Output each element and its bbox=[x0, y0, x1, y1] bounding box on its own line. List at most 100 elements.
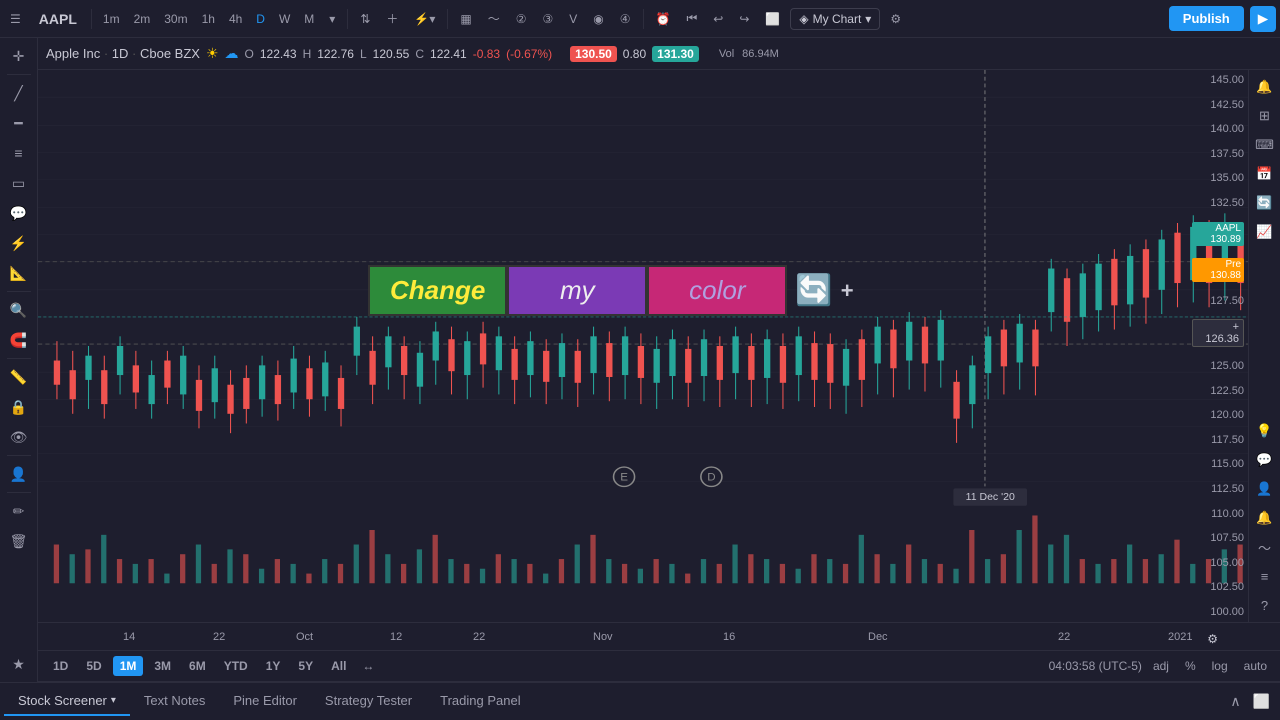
add-indicator[interactable]: ＋ bbox=[380, 6, 404, 31]
menu-button[interactable]: ☰ bbox=[4, 8, 27, 30]
play-button[interactable]: ▶ bbox=[1250, 6, 1276, 32]
strategy-btn[interactable]: 〜 bbox=[482, 6, 506, 31]
tf-m[interactable]: M bbox=[299, 9, 319, 29]
sidebar-divider-3 bbox=[7, 358, 31, 359]
auto-btn[interactable]: auto bbox=[1239, 657, 1272, 675]
right-question-btn[interactable]: ? bbox=[1251, 592, 1279, 618]
compare-button[interactable]: ⇅ bbox=[354, 8, 376, 30]
tabs-maximize-btn[interactable]: ⬜ bbox=[1247, 689, 1276, 714]
bar-chart-type[interactable]: ▦ bbox=[454, 8, 477, 30]
right-person-btn[interactable]: 👤 bbox=[1251, 476, 1279, 502]
range-5d[interactable]: 5D bbox=[79, 656, 108, 676]
tf-1m[interactable]: 1m bbox=[98, 9, 125, 29]
range-5y[interactable]: 5Y bbox=[291, 656, 320, 676]
right-calendar-btn[interactable]: 📅 bbox=[1251, 161, 1279, 187]
date-nov: Nov bbox=[593, 631, 613, 643]
tf-4h[interactable]: 4h bbox=[224, 9, 247, 29]
tf-w[interactable]: W bbox=[274, 9, 295, 29]
trash-tool[interactable]: 🗑 bbox=[3, 527, 35, 555]
right-chat-btn[interactable]: 💬 bbox=[1251, 447, 1279, 473]
range-6m[interactable]: 6M bbox=[182, 656, 213, 676]
chart-svg-area[interactable]: E D 11 Dec '20 Change my color 🔄 bbox=[38, 70, 1248, 622]
zoom-tool[interactable]: 🔍 bbox=[3, 296, 35, 324]
tf-dropdown[interactable]: ▾ bbox=[323, 8, 341, 30]
lock-tool[interactable]: 🔒 bbox=[3, 393, 35, 421]
right-chart2-btn[interactable]: 📈 bbox=[1251, 219, 1279, 245]
right-kb-btn[interactable]: ⌨ bbox=[1251, 132, 1279, 158]
range-ytd[interactable]: YTD bbox=[217, 656, 255, 676]
vol-btn[interactable]: V bbox=[563, 8, 583, 30]
num-4[interactable]: ④ bbox=[614, 8, 637, 30]
magnet-tool[interactable]: 🧲 bbox=[3, 326, 35, 354]
alert-num-2[interactable]: ② bbox=[510, 8, 533, 30]
price-btn[interactable]: ◉ bbox=[587, 8, 609, 30]
tf-d[interactable]: D bbox=[251, 9, 270, 29]
banner-change: Change bbox=[368, 265, 507, 316]
channel-tool[interactable]: ≡ bbox=[3, 139, 35, 167]
replay-back[interactable]: ⏮ bbox=[680, 7, 703, 30]
sidebar-divider-1 bbox=[7, 74, 31, 75]
right-wave-btn[interactable]: 〜 bbox=[1251, 534, 1279, 560]
price-badge-2: 131.30 bbox=[652, 46, 699, 62]
range-1d[interactable]: 1D bbox=[46, 656, 75, 676]
price-badge-1: 130.50 bbox=[570, 46, 617, 62]
measure-tool[interactable]: 📐 bbox=[3, 259, 35, 287]
tab-strategy-tester[interactable]: Strategy Tester bbox=[311, 687, 426, 716]
crosshair-tool[interactable]: ✛ bbox=[3, 42, 35, 70]
tf-1h[interactable]: 1h bbox=[197, 9, 220, 29]
tab-text-notes[interactable]: Text Notes bbox=[130, 687, 219, 716]
range-custom-btn[interactable]: ↔ bbox=[357, 657, 379, 675]
pattern-tool[interactable]: ⚡ bbox=[3, 229, 35, 257]
date-22c: 22 bbox=[1058, 631, 1070, 643]
banner-color: color bbox=[647, 265, 787, 316]
sidebar-divider-4 bbox=[7, 455, 31, 456]
tf-2m[interactable]: 2m bbox=[129, 9, 156, 29]
right-layers-btn[interactable]: ≡ bbox=[1251, 563, 1279, 589]
date-dec: Dec bbox=[868, 631, 888, 643]
person-tool[interactable]: 👤 bbox=[3, 460, 35, 488]
close-label: C bbox=[415, 47, 424, 61]
right-refresh-btn[interactable]: 🔄 bbox=[1251, 190, 1279, 216]
log-btn[interactable]: log bbox=[1207, 657, 1233, 675]
high-label: H bbox=[303, 47, 312, 61]
my-chart-dropdown: ▾ bbox=[865, 12, 871, 26]
settings-btn[interactable]: ⚙ bbox=[884, 8, 907, 30]
fullscreen-btn[interactable]: ⬜ bbox=[759, 8, 786, 30]
publish-button[interactable]: Publish bbox=[1169, 6, 1244, 31]
cloud-icon: ☁ bbox=[225, 45, 239, 62]
ruler-tool[interactable]: 📏 bbox=[3, 363, 35, 391]
right-grid-btn[interactable]: ⊞ bbox=[1251, 103, 1279, 129]
right-bell2-btn[interactable]: 🔔 bbox=[1251, 505, 1279, 531]
eye-tool[interactable]: 👁 bbox=[3, 423, 35, 451]
tf-30m[interactable]: 30m bbox=[159, 9, 192, 29]
svg-text:E: E bbox=[620, 472, 628, 483]
undo-btn[interactable]: ↩ bbox=[707, 8, 729, 30]
redo-btn[interactable]: ↪ bbox=[733, 8, 755, 30]
date-22a: 22 bbox=[213, 631, 225, 643]
alert-btn[interactable]: ⏰ bbox=[650, 8, 677, 30]
alert-num-3[interactable]: ③ bbox=[537, 8, 560, 30]
eraser-tool[interactable]: ✏ bbox=[3, 497, 35, 525]
right-lightbulb-btn[interactable]: 💡 bbox=[1251, 418, 1279, 444]
range-1y[interactable]: 1Y bbox=[259, 656, 288, 676]
tabs-collapse-btn[interactable]: ∧ bbox=[1224, 689, 1246, 714]
date-16: 16 bbox=[723, 631, 735, 643]
tab-pine-editor[interactable]: Pine Editor bbox=[219, 687, 311, 716]
favorites-star[interactable]: ★ bbox=[3, 650, 35, 678]
horizontal-line[interactable]: ━ bbox=[3, 109, 35, 137]
change-val: -0.83 bbox=[473, 47, 500, 61]
right-alert-btn[interactable]: 🔔 bbox=[1251, 74, 1279, 100]
pct-btn[interactable]: % bbox=[1180, 657, 1201, 675]
my-chart-button[interactable]: ◈ My Chart ▾ bbox=[790, 8, 880, 30]
date-settings-icon[interactable]: ⚙ bbox=[1207, 632, 1218, 646]
adj-btn[interactable]: adj bbox=[1148, 657, 1174, 675]
line-tool[interactable]: ╱ bbox=[3, 79, 35, 107]
tab-stock-screener[interactable]: Stock Screener ▾ bbox=[4, 687, 130, 716]
shape-tool[interactable]: ▭ bbox=[3, 169, 35, 197]
range-3m[interactable]: 3M bbox=[147, 656, 178, 676]
range-all[interactable]: All bbox=[324, 656, 353, 676]
tab-trading-panel[interactable]: Trading Panel bbox=[426, 687, 534, 716]
annotation-tool[interactable]: 💬 bbox=[3, 199, 35, 227]
indicator-templates[interactable]: ⚡▾ bbox=[408, 8, 441, 30]
range-1m[interactable]: 1M bbox=[113, 656, 144, 676]
